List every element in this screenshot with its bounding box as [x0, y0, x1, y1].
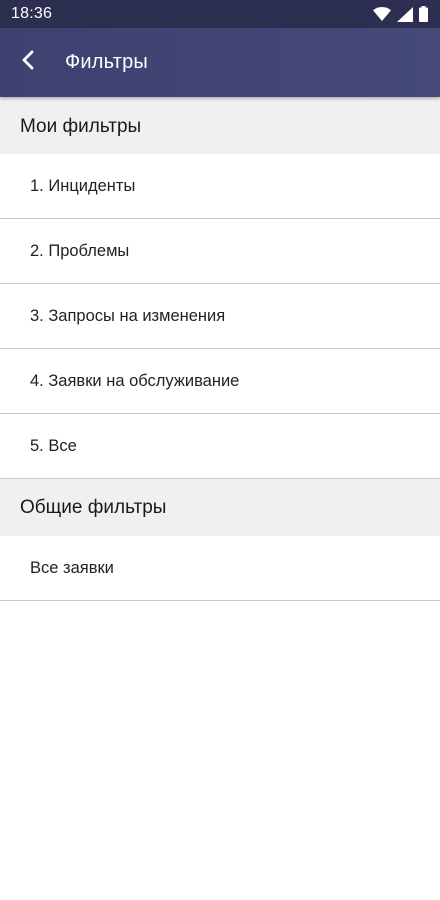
filter-item-change-requests[interactable]: 3. Запросы на изменения	[0, 284, 440, 349]
chevron-left-icon	[21, 50, 35, 75]
filter-item-all[interactable]: 5. Все	[0, 414, 440, 479]
section-header-my-filters: Мои фильтры	[0, 97, 440, 154]
section-header-shared-filters: Общие фильтры	[0, 479, 440, 536]
status-bar: 18:36	[0, 0, 440, 28]
signal-icon	[397, 6, 413, 22]
wifi-icon	[373, 7, 391, 21]
filters-list: Мои фильтры 1. Инциденты 2. Проблемы 3. …	[0, 97, 440, 601]
filter-item-incidents[interactable]: 1. Инциденты	[0, 154, 440, 219]
app-bar: Фильтры	[0, 28, 440, 97]
filter-item-service-requests[interactable]: 4. Заявки на обслуживание	[0, 349, 440, 414]
back-button[interactable]	[0, 35, 56, 91]
filter-item-problems[interactable]: 2. Проблемы	[0, 219, 440, 284]
status-icons	[373, 6, 428, 22]
battery-icon	[419, 6, 428, 22]
filter-item-all-requests[interactable]: Все заявки	[0, 536, 440, 601]
status-time: 18:36	[11, 5, 53, 22]
page-title: Фильтры	[65, 51, 148, 73]
